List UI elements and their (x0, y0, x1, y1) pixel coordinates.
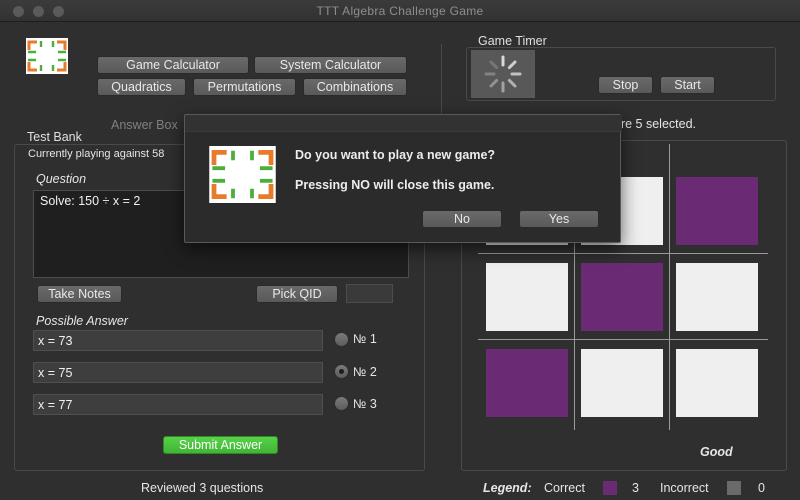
board-cell-6[interactable] (676, 263, 758, 331)
dialog-warning-text: Pressing NO will close this game. (295, 178, 495, 192)
board-cell-8[interactable] (581, 349, 663, 417)
board-cell-5[interactable] (581, 263, 663, 331)
answer-text-1: x = 73 (38, 334, 73, 348)
combinations-button[interactable]: Combinations (303, 78, 407, 96)
board-gridline-h1 (478, 253, 768, 254)
legend-incorrect-count: 0 (758, 481, 765, 495)
answer-text-2: x = 75 (38, 366, 73, 380)
legend-correct-count: 3 (632, 481, 639, 495)
answer-field-2[interactable]: x = 75 (33, 362, 323, 383)
playing-against-text: Currently playing against 58 (28, 148, 165, 160)
game-calculator-button[interactable]: Game Calculator (97, 56, 249, 74)
legend-correct-label: Correct (544, 481, 585, 495)
pick-qid-button[interactable]: Pick QID (256, 285, 338, 303)
test-bank-label: Test Bank (27, 130, 82, 144)
possible-answer-label: Possible Answer (36, 314, 128, 328)
answer-radio-1[interactable] (334, 332, 349, 347)
toolbar-separator (441, 44, 442, 114)
answer-radio-label-3: № 3 (353, 397, 377, 411)
answer-field-3[interactable]: x = 77 (33, 394, 323, 415)
submit-answer-button[interactable]: Submit Answer (163, 436, 278, 454)
board-cell-3[interactable] (676, 177, 758, 245)
qid-input[interactable] (346, 284, 393, 303)
question-text: Solve: 150 ÷ x = 2 (40, 194, 141, 208)
board-cell-9[interactable] (676, 349, 758, 417)
dialog-titlebar (185, 115, 622, 132)
question-label: Question (36, 172, 87, 186)
system-calculator-button[interactable]: System Calculator (254, 56, 407, 74)
answer-radio-2[interactable] (334, 364, 349, 379)
window-title: TTT Algebra Challenge Game (316, 4, 484, 18)
answer-field-1[interactable]: x = 73 (33, 330, 323, 351)
timer-spinner (471, 50, 535, 98)
dialog-no-button[interactable]: No (422, 210, 502, 228)
take-notes-button[interactable]: Take Notes (37, 285, 122, 303)
selection-status-text: are 5 selected. (614, 117, 696, 131)
new-game-dialog: Do you want to play a new game? Pressing… (184, 114, 622, 243)
board-cell-7[interactable] (486, 349, 568, 417)
legend-correct-swatch (603, 481, 617, 495)
board-cell-4[interactable] (486, 263, 568, 331)
dialog-question-text: Do you want to play a new game? (295, 148, 496, 162)
legend-incorrect-swatch (727, 481, 741, 495)
legend-incorrect-label: Incorrect (660, 481, 709, 495)
answer-box-label: Answer Box (111, 118, 178, 132)
board-gridline-h2 (478, 339, 768, 340)
quadratics-button[interactable]: Quadratics (97, 78, 186, 96)
answer-radio-3[interactable] (334, 396, 349, 411)
board-gridline-v2 (669, 144, 670, 430)
dialog-yes-button[interactable]: Yes (519, 210, 599, 228)
dialog-logo-icon (209, 146, 276, 203)
reviewed-count-text: Reviewed 3 questions (141, 481, 264, 495)
answer-radio-label-1: № 1 (353, 332, 377, 346)
answer-text-3: x = 77 (38, 398, 73, 412)
app-logo-icon (26, 38, 68, 74)
answer-radio-label-2: № 2 (353, 365, 377, 379)
timer-stop-button[interactable]: Stop (598, 76, 653, 94)
spinner-icon (484, 55, 522, 93)
board-status-text: Good (700, 445, 733, 459)
legend-label: Legend: (483, 481, 532, 495)
permutations-button[interactable]: Permutations (193, 78, 296, 96)
timer-start-button[interactable]: Start (660, 76, 715, 94)
game-timer-label: Game Timer (478, 34, 547, 48)
